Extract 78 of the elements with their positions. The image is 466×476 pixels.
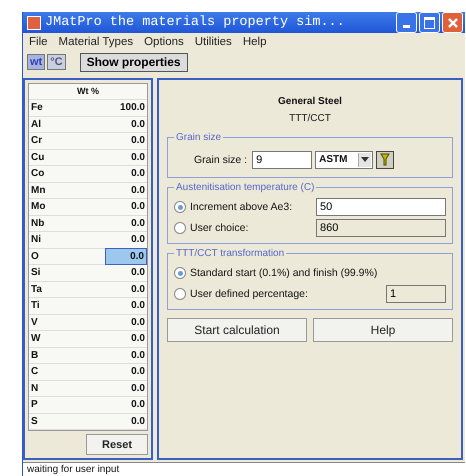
element-label: Mn	[30, 184, 46, 196]
status-bar: waiting for user input	[23, 462, 465, 476]
group-legend: Grain size	[174, 132, 224, 142]
value-cell[interactable]: 0.0	[105, 414, 147, 429]
app-icon	[27, 16, 41, 30]
value-cell[interactable]: 0.0	[105, 331, 147, 346]
element-label: Mo	[30, 201, 46, 212]
minimize-button[interactable]	[396, 12, 417, 33]
radio-button[interactable]	[174, 288, 186, 300]
element-label: Ni	[30, 234, 42, 246]
value-cell[interactable]: 0.0	[105, 348, 147, 363]
element-label: Ti	[30, 300, 41, 312]
value-cell[interactable]: 0.0	[105, 265, 147, 280]
unit-toggle[interactable]: °C	[47, 54, 66, 70]
close-icon	[446, 16, 458, 28]
maximize-button[interactable]	[419, 12, 440, 33]
menu-item[interactable]: Options	[144, 36, 184, 48]
value-cell[interactable]: 0.0	[105, 232, 147, 248]
value-cell[interactable]: 0.0	[105, 116, 147, 132]
element-label: Fe	[30, 102, 44, 114]
grain-size-field[interactable]: 9	[252, 150, 312, 168]
percentage-field[interactable]: 1	[386, 285, 446, 303]
element-label: Ta	[30, 284, 43, 295]
value-cell[interactable]: 0.0	[105, 182, 147, 198]
unit-dropdown[interactable]: ASTM	[315, 150, 374, 168]
value-cell[interactable]: 0.0	[105, 248, 147, 265]
element-label: W	[30, 333, 42, 344]
close-button[interactable]	[442, 12, 463, 33]
value-cell[interactable]: 0.0	[105, 364, 147, 380]
field-label: Grain size :	[194, 154, 248, 166]
element-label: N	[30, 382, 40, 394]
value-cell[interactable]: 0.0	[105, 199, 147, 214]
element-label: B	[30, 350, 40, 361]
show-properties-button[interactable]: Show properties	[80, 52, 188, 72]
radio-button[interactable]	[174, 201, 186, 213]
group-legend: TTT/CCT transformation	[174, 248, 286, 258]
temperature-field[interactable]: 50	[316, 198, 446, 216]
element-label: C	[30, 366, 40, 378]
element-label: Al	[30, 118, 42, 130]
value-cell[interactable]: 0.0	[105, 282, 147, 297]
value-cell[interactable]: 0.0	[105, 314, 147, 330]
unit-toggle[interactable]: wt	[27, 54, 46, 70]
element-label: P	[30, 399, 39, 410]
value-cell[interactable]: 100.0	[105, 100, 147, 116]
reset-button[interactable]: Reset	[86, 434, 148, 455]
value-cell[interactable]: 0.0	[105, 216, 147, 231]
value-cell[interactable]: 0.0	[105, 397, 147, 412]
action-button[interactable]: Start calculation	[167, 318, 307, 342]
element-label: Cr	[30, 135, 44, 146]
window-title: JMatPro the materials property sim...	[45, 15, 346, 30]
option-label: User defined percentage:	[190, 288, 309, 300]
value-cell[interactable]: 0.0	[105, 133, 147, 148]
temperature-field[interactable]: 860	[316, 219, 446, 237]
mode-subheading: TTT/CCT	[288, 112, 332, 124]
material-heading: General Steel	[277, 96, 343, 106]
element-label: Co	[30, 168, 46, 180]
element-label: V	[30, 316, 39, 328]
action-button[interactable]: Help	[313, 318, 453, 342]
option-label: Increment above Ae3:	[190, 201, 294, 213]
value-cell[interactable]: 0.0	[105, 298, 147, 314]
value-cell[interactable]: 0.0	[105, 150, 147, 165]
group-legend: Austenitisation temperature (C)	[174, 182, 316, 192]
value-cell[interactable]: 0.0	[105, 380, 147, 396]
radio-button[interactable]	[174, 222, 186, 234]
element-label: O	[30, 250, 40, 262]
option-label: Standard start (0.1%) and finish (99.9%)	[190, 267, 378, 279]
element-label: Cu	[30, 152, 46, 163]
menu-item[interactable]: Utilities	[194, 36, 232, 48]
element-label: Si	[30, 267, 42, 278]
element-label: Nb	[30, 218, 46, 229]
element-label: S	[30, 416, 39, 427]
radio-button[interactable]	[174, 267, 186, 279]
menu-item[interactable]: Material Types	[58, 36, 134, 48]
column-header: Wt %	[77, 86, 99, 96]
option-label: User choice:	[190, 222, 250, 234]
value-cell[interactable]: 0.0	[105, 166, 147, 182]
menu-item[interactable]: Help	[242, 36, 266, 48]
menu-item[interactable]: File	[29, 36, 48, 48]
